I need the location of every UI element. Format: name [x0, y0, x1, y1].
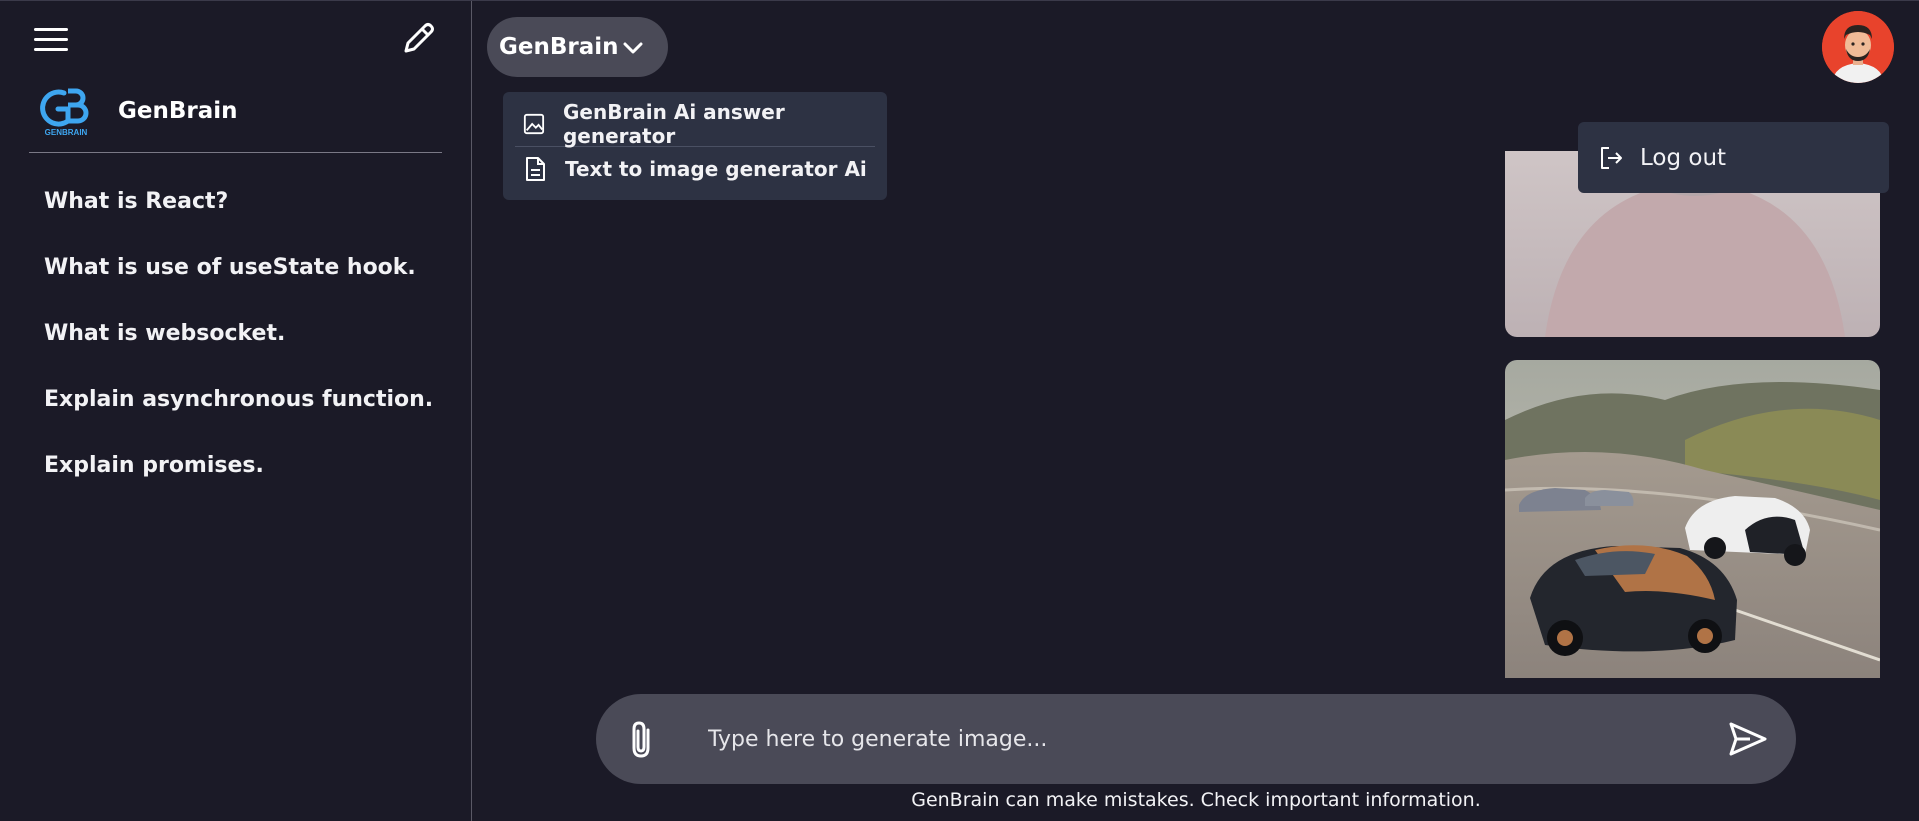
history-item[interactable]: Explain asynchronous function. [44, 382, 433, 448]
chat-history-list: What is React? What is use of useState h… [44, 184, 433, 514]
genbrain-logo-icon: GENBRAIN [40, 88, 89, 137]
logout-icon [1601, 146, 1622, 169]
user-avatar[interactable] [1822, 11, 1894, 83]
brand-name: GenBrain [118, 98, 238, 124]
model-option-text-to-image[interactable]: Text to image generator Ai [515, 149, 875, 189]
history-item[interactable]: What is use of useState hook. [44, 250, 433, 316]
generated-image[interactable] [1505, 360, 1880, 678]
history-item[interactable]: Explain promises. [44, 448, 433, 514]
logout-label: Log out [1640, 144, 1727, 171]
model-option-label: GenBrain Ai answer generator [562, 100, 785, 148]
hamburger-menu-icon[interactable] [30, 23, 72, 57]
sidebar-divider [29, 152, 442, 153]
new-chat-pencil-icon[interactable] [398, 19, 438, 59]
app-window: GENBRAIN GenBrain What is React? What is… [0, 0, 1919, 821]
brand: GENBRAIN GenBrain [38, 85, 238, 137]
document-icon [526, 157, 545, 181]
model-selector-label: GenBrain [499, 34, 619, 60]
sidebar: GENBRAIN GenBrain What is React? What is… [0, 1, 472, 821]
chevron-down-icon [623, 42, 643, 54]
send-icon[interactable] [1728, 721, 1768, 757]
model-selector-button[interactable]: GenBrain [487, 17, 668, 77]
history-item[interactable]: What is websocket. [44, 316, 433, 382]
avatar-illustration-icon [1822, 11, 1894, 83]
history-item[interactable]: What is React? [44, 184, 433, 250]
paperclip-icon[interactable] [626, 720, 660, 760]
logout-button[interactable]: Log out [1578, 122, 1889, 193]
model-dropdown-menu: GenBrain Ai answer generator Text to ima… [503, 92, 887, 200]
model-option-answer-generator[interactable]: GenBrain Ai answer generator [515, 100, 875, 148]
svg-text:GENBRAIN: GENBRAIN [45, 128, 88, 137]
image-icon [523, 113, 545, 135]
prompt-input[interactable] [708, 716, 1708, 762]
disclaimer-text: GenBrain can make mistakes. Check import… [911, 789, 1481, 811]
prompt-bar [596, 694, 1796, 784]
model-option-label: Text to image generator Ai [565, 157, 867, 181]
